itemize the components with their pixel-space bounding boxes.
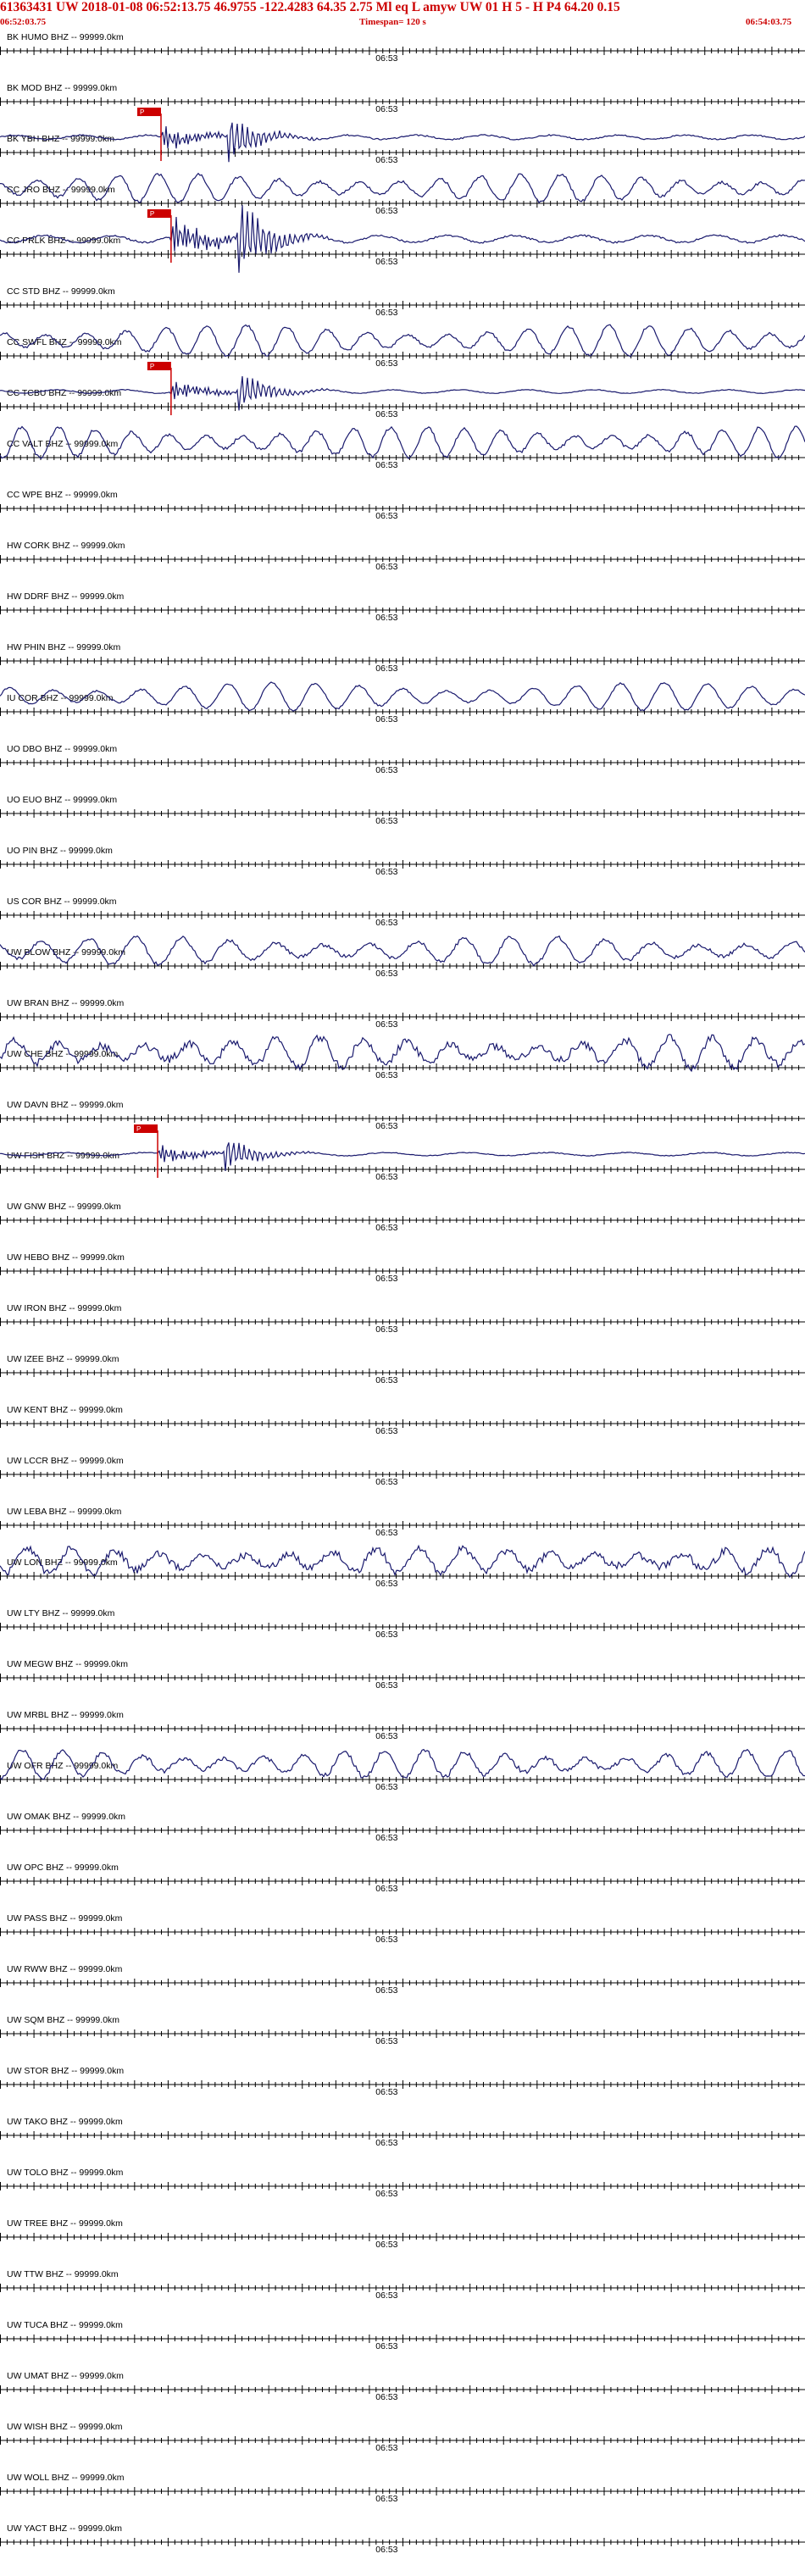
time-tick-label: 06:53 <box>375 1223 397 1233</box>
time-tick-label: 06:53 <box>375 1935 397 1945</box>
time-tick-label: 06:53 <box>375 1731 397 1741</box>
station-label: UW HEBO BHZ -- 99999.0km <box>7 1252 125 1263</box>
station-label: UW KENT BHZ -- 99999.0km <box>7 1405 123 1415</box>
time-tick-label: 06:53 <box>375 1172 397 1182</box>
time-tick-label: 06:53 <box>375 765 397 775</box>
time-tick-label: 06:53 <box>375 1121 397 1131</box>
station-label: UW LCCR BHZ -- 99999.0km <box>7 1456 124 1466</box>
station-label: CC STD BHZ -- 99999.0km <box>7 286 115 297</box>
station-label: BK MOD BHZ -- 99999.0km <box>7 83 117 93</box>
time-tick-label: 06:53 <box>375 1070 397 1080</box>
time-tick-label: 06:53 <box>375 1629 397 1640</box>
station-label: UW OPC BHZ -- 99999.0km <box>7 1863 119 1873</box>
time-tick-label: 06:53 <box>375 257 397 267</box>
time-tick-label: 06:53 <box>375 1985 397 1996</box>
time-tick-label: 06:53 <box>375 1528 397 1538</box>
time-tick-label: 06:53 <box>375 409 397 419</box>
time-tick-label: 06:53 <box>375 1884 397 1894</box>
time-tick-label: 06:53 <box>375 308 397 318</box>
seismogram-panel: BK HUMO BHZ -- 99999.0km 06:53 BK MOD BHZ … <box>0 32 805 2555</box>
waveform-trace <box>0 681 805 712</box>
station-label: UW IRON BHZ -- 99999.0km <box>7 1303 122 1313</box>
time-tick-label: 06:53 <box>375 562 397 572</box>
station-label: UW DAVN BHZ -- 99999.0km <box>7 1100 124 1110</box>
time-tick-label: 06:53 <box>375 358 397 369</box>
waveform-trace <box>0 205 805 273</box>
time-tick-label: 06:53 <box>375 663 397 674</box>
station-label: HW PHIN BHZ -- 99999.0km <box>7 642 120 652</box>
station-label: UW OMAK BHZ -- 99999.0km <box>7 1812 125 1822</box>
station-label: UW RWW BHZ -- 99999.0km <box>7 1964 123 1974</box>
station-label: UO EUO BHZ -- 99999.0km <box>7 795 117 805</box>
station-label: UW PASS BHZ -- 99999.0km <box>7 1913 123 1924</box>
station-label: UW MRBL BHZ -- 99999.0km <box>7 1710 124 1720</box>
station-label: UW BRAN BHZ -- 99999.0km <box>7 998 125 1008</box>
station-label: CC JRO BHZ -- 99999.0km <box>7 185 115 195</box>
time-tick-label: 06:53 <box>375 206 397 216</box>
waveform-trace <box>0 1748 805 1781</box>
time-tick-label: 06:53 <box>375 1375 397 1385</box>
time-tick-label: 06:53 <box>375 1274 397 1284</box>
station-label: UW MEGW BHZ -- 99999.0km <box>7 1659 128 1669</box>
pick-label: P <box>150 210 154 218</box>
time-tick-label: 06:53 <box>375 460 397 470</box>
station-label: UW STOR BHZ -- 99999.0km <box>7 2066 124 2076</box>
pick-label: P <box>150 363 154 370</box>
station-label: UW IZEE BHZ -- 99999.0km <box>7 1354 119 1364</box>
pick-label: P <box>140 108 144 116</box>
time-tick-label: 06:53 <box>375 969 397 979</box>
station-label: CC SWFL BHZ -- 99999.0km <box>7 337 122 347</box>
station-label: UW CHE BHZ -- 99999.0km <box>7 1049 119 1059</box>
time-tick-label: 06:53 <box>375 104 397 114</box>
time-tick-label: 06:53 <box>375 1019 397 1030</box>
time-tick-label: 06:53 <box>375 1782 397 1792</box>
time-tick-label: 06:53 <box>375 1680 397 1690</box>
time-tick-label: 06:53 <box>375 918 397 928</box>
station-label: CC PRLK BHZ -- 99999.0km <box>7 236 120 246</box>
station-label: UW LEBA BHZ -- 99999.0km <box>7 1507 122 1517</box>
pick-label: P <box>136 1125 141 1133</box>
time-tick-label: 06:53 <box>375 714 397 724</box>
time-tick-label: 06:53 <box>375 816 397 826</box>
time-tick-label: 06:53 <box>375 155 397 165</box>
station-label: HW DDRF BHZ -- 99999.0km <box>7 591 125 602</box>
station-label: UW OFR BHZ -- 99999.0km <box>7 1761 119 1771</box>
time-tick-label: 06:53 <box>375 1477 397 1487</box>
station-label: HW CORK BHZ -- 99999.0km <box>7 541 125 551</box>
station-label: UO PIN BHZ -- 99999.0km <box>7 846 113 856</box>
time-tick-label: 06:53 <box>375 1833 397 1843</box>
station-label: UW LTY BHZ -- 99999.0km <box>7 1608 115 1618</box>
time-tick-label: 06:53 <box>375 1426 397 1436</box>
time-tick-label: 06:53 <box>375 511 397 521</box>
time-tick-label: 06:53 <box>375 613 397 623</box>
station-label: UO DBO BHZ -- 99999.0km <box>7 744 117 754</box>
time-tick-label: 06:53 <box>375 53 397 64</box>
station-label: CC WPE BHZ -- 99999.0km <box>7 490 118 500</box>
time-tick-label: 06:53 <box>375 1324 397 1335</box>
station-label: US COR BHZ -- 99999.0km <box>7 897 117 907</box>
time-tick-label: 06:53 <box>375 867 397 877</box>
time-tick-label: 06:53 <box>375 1579 397 1589</box>
station-label: BK HUMO BHZ -- 99999.0km <box>7 32 124 42</box>
station-label: UW SQM BHZ -- 99999.0km <box>7 2015 119 2025</box>
time-tick-label: 06:53 <box>375 2036 397 2046</box>
waveform-trace <box>0 172 805 204</box>
station-label: CC VALT BHZ -- 99999.0km <box>7 439 119 449</box>
station-label: UW GNW BHZ -- 99999.0km <box>7 1202 121 1212</box>
